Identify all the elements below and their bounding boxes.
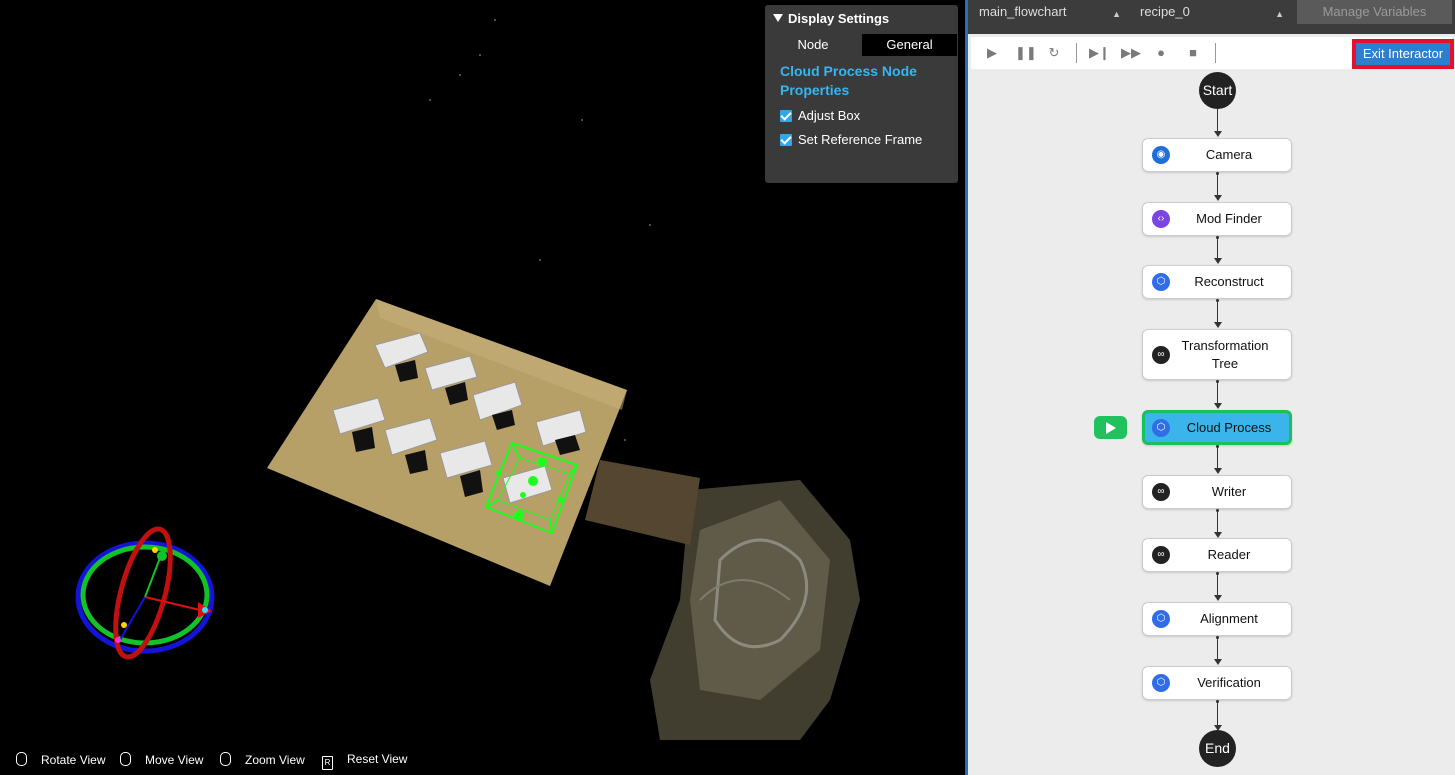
port-dot	[1216, 380, 1219, 383]
manage-variables-button[interactable]: Manage Variables	[1297, 0, 1452, 24]
exit-interactor-button[interactable]: Exit Interactor	[1352, 39, 1454, 69]
3d-viewport[interactable]: Display Settings Node General Cloud Proc…	[0, 0, 965, 775]
step-over-icon[interactable]: ●	[1153, 45, 1169, 61]
toolbar-divider	[1076, 43, 1077, 63]
node-reader[interactable]: ∞ Reader	[1142, 538, 1292, 572]
hint-label: Zoom View	[245, 753, 305, 767]
link-icon: ∞	[1152, 346, 1170, 364]
tab-node[interactable]: Node	[765, 34, 861, 56]
arrow-icon	[1214, 403, 1222, 409]
transform-gizmo-icon	[75, 526, 215, 660]
hint-reset-view: R Reset View	[322, 752, 407, 770]
set-reference-frame-checkbox[interactable]: Set Reference Frame	[780, 132, 922, 147]
pause-icon[interactable]: ❚❚	[1015, 45, 1037, 61]
flowchart-toolbar: ▶ ❚❚ ↻ ▶❙ ▶▶ ● ■ Exit Interactor	[971, 37, 1454, 69]
flowchart-canvas[interactable]: Start ◉ Camera ‹› Mod Finder ⬡ Reconstruct …	[971, 69, 1452, 775]
cube-icon: ⬡	[1152, 273, 1170, 291]
flowchart-panel: main_flowchart ▲ recipe_0 ▲ Manage Variabl…	[968, 0, 1455, 775]
end-node[interactable]: End	[1199, 730, 1236, 767]
run-indicator-icon[interactable]	[1094, 416, 1127, 439]
toolbar-divider	[1215, 43, 1216, 63]
port-dot	[1216, 172, 1219, 175]
node-camera[interactable]: ◉ Camera	[1142, 138, 1292, 172]
play-icon[interactable]: ▶	[984, 45, 1000, 61]
hint-zoom-view: Zoom View	[220, 752, 305, 767]
updown-arrow-icon: ▲	[1112, 9, 1121, 19]
hint-move-view: Move View	[120, 752, 203, 767]
port-dot	[1216, 445, 1219, 448]
hint-rotate-view: Rotate View	[16, 752, 105, 767]
link-icon: ∞	[1152, 546, 1170, 564]
camera-icon: ◉	[1152, 146, 1170, 164]
step-icon[interactable]: ▶❙	[1089, 45, 1110, 61]
node-transformation-tree[interactable]: ∞ Transformation Tree	[1142, 329, 1292, 380]
node-alignment[interactable]: ⬡ Alignment	[1142, 602, 1292, 636]
link-icon: ∞	[1152, 483, 1170, 501]
mouse-left-icon	[16, 752, 27, 766]
updown-arrow-icon: ▲	[1275, 9, 1284, 19]
port-dot	[1216, 572, 1219, 575]
checkbox-label: Set Reference Frame	[798, 132, 923, 147]
recipe-select[interactable]: recipe_0 ▲	[1140, 3, 1290, 27]
cube-icon: ⬡	[1152, 610, 1170, 628]
arrow-icon	[1214, 468, 1222, 474]
section-title: Cloud Process Node Properties	[780, 63, 917, 98]
node-reconstruct[interactable]: ⬡ Reconstruct	[1142, 265, 1292, 299]
checkbox-check-icon[interactable]	[780, 110, 792, 122]
display-settings-title: Display Settings	[788, 11, 890, 26]
cube-icon: ⬡	[1152, 674, 1170, 692]
mouse-wheel-icon	[220, 752, 231, 766]
arrow-icon	[1214, 258, 1222, 264]
clutter-cloud	[585, 460, 860, 740]
checkbox-label: Adjust Box	[798, 108, 861, 123]
arrow-icon	[1214, 659, 1222, 665]
flowchart-topbar: main_flowchart ▲ recipe_0 ▲ Manage Variabl…	[968, 0, 1455, 34]
start-node[interactable]: Start	[1199, 72, 1236, 109]
port-dot	[1216, 299, 1219, 302]
hint-label: Rotate View	[41, 753, 106, 767]
port-dot	[1216, 236, 1219, 239]
mouse-right-icon	[120, 752, 131, 766]
display-settings-panel: Display Settings Node General Cloud Proc…	[765, 5, 958, 183]
tab-general[interactable]: General	[862, 34, 957, 56]
hint-label: Reset View	[347, 752, 408, 766]
recipe-select-value: recipe_0	[1140, 4, 1190, 19]
arrow-icon	[1214, 322, 1222, 328]
arrow-icon	[1214, 595, 1222, 601]
fast-forward-icon[interactable]: ▶▶	[1121, 45, 1141, 61]
flowchart-select-value: main_flowchart	[979, 4, 1067, 19]
collapse-triangle-icon[interactable]	[773, 14, 783, 22]
checkbox-check-icon[interactable]	[780, 134, 792, 146]
display-settings-header[interactable]: Display Settings	[773, 11, 889, 26]
port-dot	[1216, 509, 1219, 512]
code-icon: ‹›	[1152, 210, 1170, 228]
adjust-box-checkbox[interactable]: Adjust Box	[780, 108, 860, 123]
flowchart-select[interactable]: main_flowchart ▲	[979, 3, 1127, 27]
port-dot	[1216, 636, 1219, 639]
cube-icon: ⬡	[1152, 419, 1170, 437]
step-into-icon[interactable]: ■	[1185, 45, 1201, 61]
port-dot	[1216, 700, 1219, 703]
arrow-icon	[1214, 195, 1222, 201]
node-writer[interactable]: ∞ Writer	[1142, 475, 1292, 509]
arrow-icon	[1214, 131, 1222, 137]
hint-label: Move View	[145, 753, 204, 767]
node-cloud-process[interactable]: ⬡ Cloud Process	[1142, 410, 1292, 445]
refresh-icon[interactable]: ↻	[1046, 45, 1062, 61]
exit-interactor-label: Exit Interactor	[1356, 43, 1450, 65]
r-key-icon: R	[322, 756, 333, 770]
node-verification[interactable]: ⬡ Verification	[1142, 666, 1292, 700]
node-mod-finder[interactable]: ‹› Mod Finder	[1142, 202, 1292, 236]
